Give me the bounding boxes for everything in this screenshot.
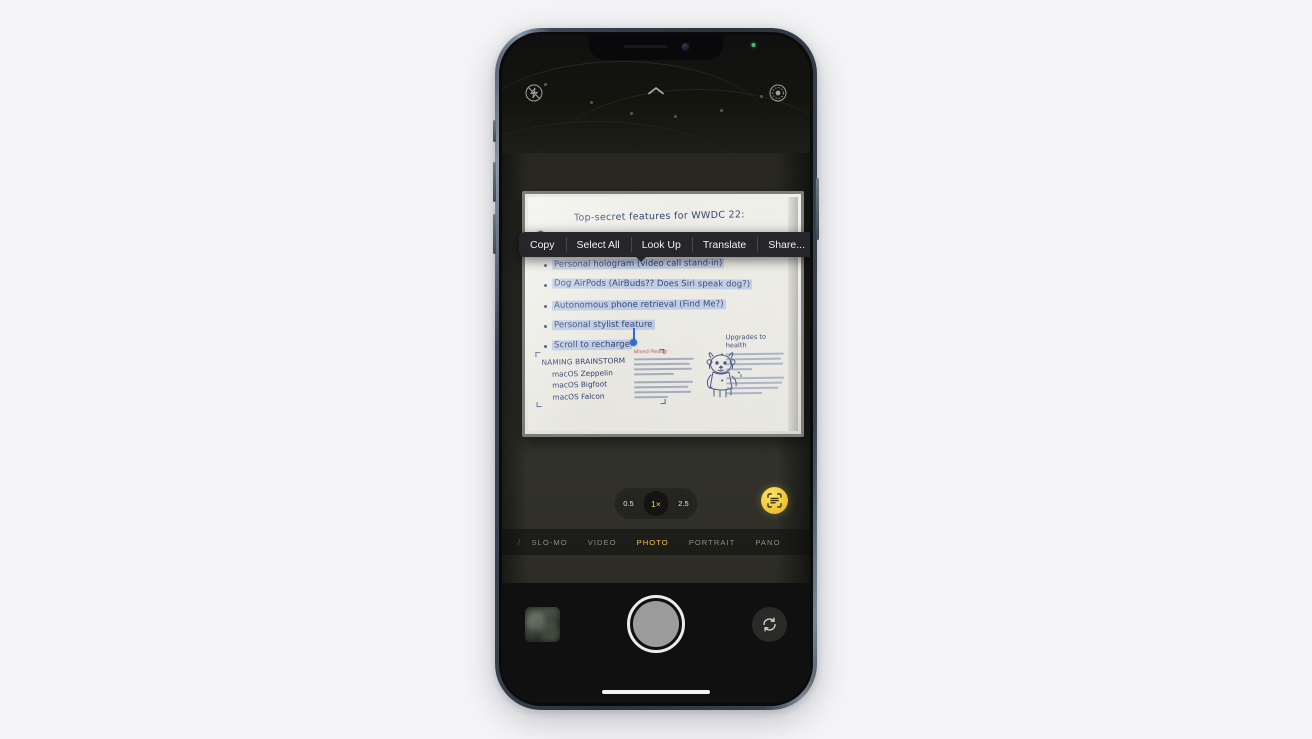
bullet-dot-icon: [544, 304, 547, 308]
phone-screen: Top-secret features for WWDC 22: Haircut…: [502, 35, 810, 703]
context-menu-pointer: [635, 256, 647, 262]
screenshot-stage: Top-secret features for WWDC 22: Haircut…: [0, 0, 1312, 739]
note-line: [634, 390, 692, 394]
context-menu-copy[interactable]: Copy: [519, 232, 566, 257]
context-menu-translate[interactable]: Translate: [691, 232, 757, 257]
corner-tick-icon: [536, 402, 542, 408]
photo-library-thumbnail[interactable]: [525, 607, 560, 642]
note-line: [725, 357, 781, 361]
camera-mode-selector[interactable]: / SLO-MO VIDEO PHOTO PORTRAIT PANO: [502, 529, 810, 555]
health-upgrades-notes: Upgrades to health: [720, 332, 789, 398]
bullet-dot-icon: [544, 344, 547, 348]
string-light-bulb: [674, 115, 677, 118]
note-bullet-dot-icon: [720, 353, 723, 356]
camera-top-controls: [502, 75, 810, 111]
camera-mode-portrait[interactable]: PORTRAIT: [689, 538, 736, 547]
naming-item: macOS Falcon: [552, 391, 605, 402]
whiteboard-bullet: Autonomous phone retrieval (Find Me?): [542, 298, 788, 312]
naming-item: macOS Zeppelin: [551, 367, 613, 379]
camera-mode-slo-mo[interactable]: SLO-MO: [531, 538, 567, 547]
note-line: [725, 352, 784, 356]
home-indicator[interactable]: [602, 690, 710, 694]
camera-mode-video[interactable]: VIDEO: [588, 538, 617, 547]
camera-preview[interactable]: Top-secret features for WWDC 22: Haircut…: [502, 35, 810, 703]
front-camera-lens: [681, 42, 689, 51]
text-selection-context-menu[interactable]: Copy Select All Look Up Translate Share.…: [519, 232, 810, 257]
naming-brainstorm-block: NAMING BRAINSTORM macOS Zeppelin macOS B…: [535, 349, 666, 408]
bullet-text: Personal stylist feature: [551, 319, 655, 331]
context-menu-look-up[interactable]: Look Up: [630, 232, 692, 257]
camera-privacy-indicator: [751, 43, 756, 47]
whiteboard-bullet: Personal stylist feature: [542, 319, 788, 332]
volume-down-button[interactable]: [493, 214, 496, 254]
corner-tick-icon: [535, 352, 541, 358]
note-line: [633, 362, 690, 366]
health-upgrades-heading: Upgrades to health: [725, 332, 767, 350]
note-line: [634, 380, 694, 384]
phone-bezel: Top-secret features for WWDC 22: Haircut…: [499, 32, 813, 706]
bullet-dot-icon: [544, 264, 547, 268]
whiteboard-bullet: Dog AirPods (AirBuds?? Does Siri speak d…: [542, 278, 788, 291]
whiteboard[interactable]: Top-secret features for WWDC 22: Haircut…: [522, 191, 804, 437]
naming-brainstorm-title: NAMING BRAINSTORM: [541, 355, 626, 368]
camera-flip-icon[interactable]: [752, 607, 787, 642]
power-button[interactable]: [816, 178, 819, 240]
note-line: [726, 381, 783, 385]
note-line: [633, 372, 674, 376]
note-line: [726, 391, 763, 395]
note-bullet-dot-icon: [721, 379, 724, 382]
note-line: [726, 376, 785, 380]
whiteboard-bullet: Personal hologram (video call stand-in): [542, 258, 788, 271]
bullet-dot-icon: [544, 324, 547, 328]
camera-mode-pano[interactable]: PANO: [755, 538, 780, 547]
note-line: [634, 385, 689, 389]
chevron-up-icon[interactable]: [646, 84, 666, 102]
mixed-reality-notes: Mixed Reality: [634, 349, 697, 402]
context-menu-share[interactable]: Share...: [757, 232, 810, 257]
context-menu-select-all[interactable]: Select All: [565, 232, 631, 257]
live-text-scan-icon[interactable]: [761, 487, 788, 514]
note-line: [633, 367, 692, 371]
silent-switch[interactable]: [493, 120, 496, 142]
shutter-button[interactable]: [627, 595, 685, 653]
note-line: [634, 395, 669, 399]
mixed-reality-notes-heading: Mixed Reality: [633, 348, 668, 356]
earpiece-speaker: [623, 44, 667, 49]
zoom-pill-1x[interactable]: 1×: [643, 491, 669, 516]
selection-end-handle[interactable]: [630, 339, 637, 346]
shutter-button-core: [633, 601, 679, 647]
device-notch: [588, 35, 756, 60]
note-line: [726, 368, 753, 371]
string-light-bulb: [630, 112, 633, 115]
zoom-pill-2-5x[interactable]: 2.5: [673, 493, 694, 514]
bullet-text: Dog AirPods (AirBuds?? Does Siri speak d…: [551, 278, 753, 290]
volume-up-button[interactable]: [493, 162, 496, 202]
note-line: [726, 386, 779, 390]
mode-edge-indicator: /: [518, 537, 521, 547]
iphone-device: Top-secret features for WWDC 22: Haircut…: [493, 28, 819, 710]
naming-item: macOS Bigfoot: [552, 379, 608, 390]
camera-mode-photo[interactable]: PHOTO: [637, 538, 669, 547]
whiteboard-title: Top-secret features for WWDC 22:: [573, 209, 745, 224]
bullet-dot-icon: [544, 284, 547, 288]
flash-off-icon[interactable]: [524, 83, 544, 103]
bullet-text: Scroll to recharge: [551, 339, 632, 351]
note-line: [725, 362, 783, 366]
zoom-level-selector[interactable]: 0.5 1× 2.5: [614, 488, 698, 519]
camera-bottom-bar: [502, 583, 810, 703]
live-photo-icon[interactable]: [768, 83, 788, 103]
bullet-text: Autonomous phone retrieval (Find Me?): [551, 298, 726, 311]
zoom-pill-0-5x[interactable]: 0.5: [618, 493, 639, 514]
note-line: [633, 357, 694, 361]
